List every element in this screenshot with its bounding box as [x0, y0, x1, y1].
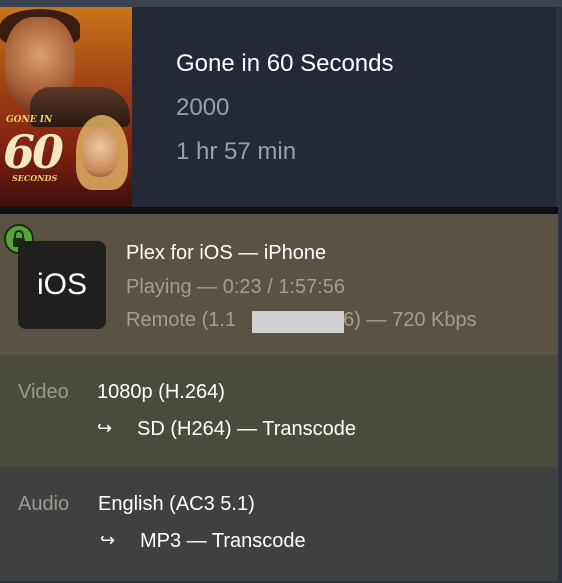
poster-title-bottom: SECONDS	[12, 173, 58, 183]
poster-title-number: 60	[3, 125, 64, 179]
player-device: Plex for iOS — iPhone	[126, 242, 327, 264]
now-playing-card: GONE IN 60 SECONDS Gone in 60 Seconds 20…	[0, 0, 562, 583]
video-target: SD (H264) — Transcode	[137, 418, 356, 440]
video-label: Video	[18, 381, 69, 403]
section-divider	[0, 207, 562, 214]
card-edge	[558, 207, 562, 583]
remote-bitrate: 46) — 720 Kbps	[332, 309, 477, 331]
movie-year: 2000	[176, 94, 230, 121]
poster-art	[82, 127, 118, 177]
return-arrow-icon: ↪	[100, 530, 116, 550]
platform-badge: iOS	[18, 241, 106, 329]
top-strip	[0, 0, 562, 7]
movie-duration: 1 hr 57 min	[176, 138, 297, 165]
audio-target: MP3 — Transcode	[140, 530, 306, 552]
audio-section	[0, 467, 558, 581]
remote-address-prefix: Remote (1.1	[126, 309, 237, 331]
audio-label: Audio	[18, 493, 70, 515]
video-section	[0, 355, 558, 467]
playback-status: Playing — 0:23 / 1:57:56	[126, 276, 346, 298]
movie-title[interactable]: Gone in 60 Seconds	[176, 50, 394, 78]
return-arrow-icon: ↪	[97, 418, 113, 438]
video-source: 1080p (H.264)	[97, 381, 225, 403]
redacted-ip	[252, 311, 344, 333]
audio-source: English (AC3 5.1)	[98, 493, 255, 515]
poster-title-top: GONE IN	[6, 115, 53, 125]
movie-poster[interactable]: GONE IN 60 SECONDS	[0, 7, 132, 207]
